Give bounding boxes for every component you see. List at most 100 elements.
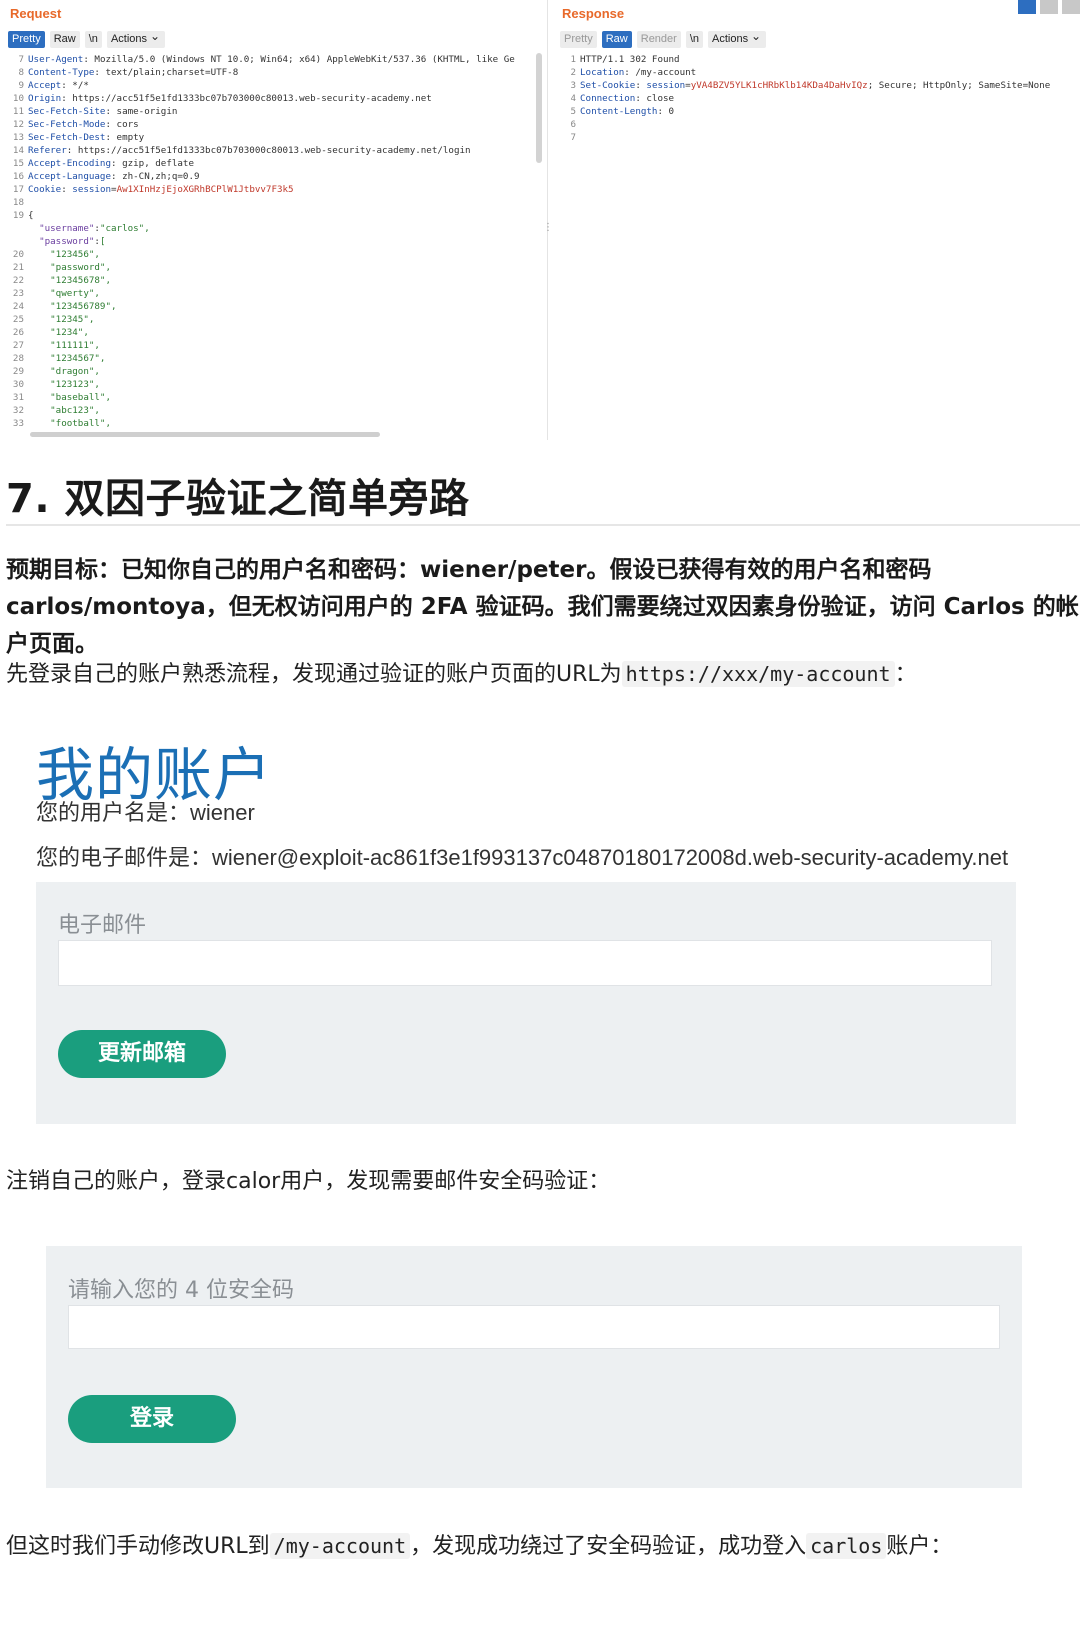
goal-paragraph: 预期目标：已知你自己的用户名和密码：wiener/peter。假设已获得有效的用… — [6, 557, 1079, 657]
inline-code-path: /my-account — [269, 1533, 411, 1559]
paragraph-text: 账户： — [886, 1534, 953, 1559]
line-number: 7 — [570, 132, 576, 143]
code-line: 22 "12345678", — [8, 274, 515, 287]
line-number: 5 — [570, 106, 576, 117]
code-line: 28 "1234567", — [8, 352, 515, 365]
paragraph-logout: 注销自己的账户，登录calor用户，发现需要邮件安全码验证： — [6, 1169, 611, 1194]
line-number: 10 — [12, 93, 24, 104]
heading-divider — [6, 524, 1080, 526]
line-number: 3 — [570, 80, 576, 91]
code-line: 29 "dragon", — [8, 365, 515, 378]
line-number: 13 — [12, 132, 24, 143]
section-heading: 7. 双因子验证之简单旁路 — [6, 476, 470, 522]
code-line: 19{ — [8, 209, 515, 222]
line-number: 21 — [12, 262, 24, 273]
tab-newline[interactable]: \n — [84, 31, 102, 48]
request-view-tabs: Pretty Raw \n Actions — [8, 28, 166, 48]
code-line: 24 "123456789", — [8, 300, 515, 313]
email-input[interactable] — [58, 940, 992, 986]
line-number: 18 — [12, 197, 24, 208]
response-title: Response — [562, 6, 625, 21]
code-line: 31 "baseball", — [8, 391, 515, 404]
tab-raw[interactable]: Raw — [49, 31, 80, 48]
line-number: 8 — [18, 67, 24, 78]
line-number: 30 — [12, 379, 24, 390]
paragraph-text: 先登录自己的账户熟悉流程，发现通过验证的账户页面的URL为 — [6, 662, 622, 687]
code-line: 13 Sec-Fetch-Dest: empty — [8, 131, 515, 144]
line-number: 12 — [12, 119, 24, 130]
email-field-label: 电子邮件 — [58, 913, 147, 938]
code-line: 11 Sec-Fetch-Site: same-origin — [8, 105, 515, 118]
request-editor[interactable]: 7 User-Agent: Mozilla/5.0 (Windows NT 10.… — [8, 53, 515, 430]
line-number: 1 — [570, 54, 576, 65]
line-number: 19 — [12, 210, 24, 221]
code-line: 10 Origin: https://acc51f5e1fd1333bc07b70… — [8, 92, 515, 105]
code-line: 6 — [560, 118, 1050, 131]
response-editor[interactable]: 1 HTTP/1.1 302 Found 2 Location: /my-accoun… — [560, 53, 1050, 144]
code-line: 26 "1234", — [8, 326, 515, 339]
actions-dropdown[interactable]: Actions — [708, 28, 767, 48]
line-number: 22 — [12, 275, 24, 286]
tab-newline[interactable]: \n — [685, 31, 704, 48]
actions-dropdown[interactable]: Actions — [106, 28, 166, 48]
burp-repeater-screenshot: Request Pretty Raw \n Actions 7User-Agen… — [0, 0, 1080, 440]
tab-raw[interactable]: Raw — [601, 31, 632, 48]
line-number: 31 — [12, 392, 24, 403]
line-number: 7 — [18, 54, 24, 65]
request-title: Request — [10, 6, 62, 21]
code-line: 7 — [560, 131, 1050, 144]
code-line: "username":"carlos", — [39, 223, 150, 234]
request-pane: Request Pretty Raw \n Actions 7User-Agen… — [0, 0, 553, 440]
line-number: 32 — [12, 405, 24, 416]
tab-render[interactable]: Render — [636, 31, 681, 48]
code-line: 1 HTTP/1.1 302 Found — [560, 53, 1050, 66]
paragraph-text: ，发现成功绕过了安全码验证，成功登入 — [410, 1534, 807, 1559]
line-number: 33 — [12, 418, 24, 429]
line-number: 15 — [12, 158, 24, 169]
code-line: 4 Connection: close — [560, 92, 1050, 105]
code-line: 3 Set-Cookie: session=yVA4BZV5YLK1cHRbKlb… — [560, 79, 1050, 92]
tab-pretty[interactable]: Pretty — [8, 31, 45, 48]
mfa-code-form: 请输入您的 4 位安全码 登录 — [46, 1246, 1022, 1488]
line-number: 6 — [570, 119, 576, 130]
code-line: 15 Accept-Encoding: gzip, deflate — [8, 157, 515, 170]
inline-code-user: carlos — [806, 1533, 887, 1559]
code-line: 16 Accept-Language: zh-CN,zh;q=0.9 — [8, 170, 515, 183]
mfa-code-input[interactable] — [68, 1305, 1000, 1349]
code-line: 20 "123456", — [8, 248, 515, 261]
response-pane: Response Pretty Raw Render \n Actions 1H… — [552, 0, 1080, 440]
code-line: 23 "qwerty", — [8, 287, 515, 300]
line-number: 16 — [12, 171, 24, 182]
code-line: 18 — [8, 196, 515, 209]
code-line: 32 "abc123", — [8, 404, 515, 417]
code-line: 30 "123123", — [8, 378, 515, 391]
line-number: 11 — [12, 106, 24, 117]
update-email-form: 电子邮件 更新邮箱 — [36, 882, 1016, 1124]
request-vertical-scrollbar[interactable] — [536, 53, 542, 163]
code-line: 9 Accept: */* — [8, 79, 515, 92]
code-line: 14 Referer: https://acc51f5e1fd1333bc07b7… — [8, 144, 515, 157]
code-line: 7 User-Agent: Mozilla/5.0 (Windows NT 10.… — [8, 53, 514, 66]
update-email-button[interactable]: 更新邮箱 — [58, 1030, 226, 1078]
line-number: 25 — [12, 314, 24, 325]
code-line: 12 Sec-Fetch-Mode: cors — [8, 118, 515, 131]
paragraph-bypass: 但这时我们手动修改URL到/my-account ，发现成功绕过了安全码验证，成功… — [6, 1528, 952, 1560]
code-line: 17 Cookie: session=Aw1XInHzjEjoXGRhBCPlW1… — [8, 183, 515, 196]
login-button[interactable]: 登录 — [68, 1395, 236, 1443]
line-number: 2 — [570, 67, 576, 78]
request-horizontal-scrollbar[interactable] — [30, 432, 380, 437]
code-line: 21 "password", — [8, 261, 515, 274]
line-number: 29 — [12, 366, 24, 377]
line-number: 24 — [12, 301, 24, 312]
line-number: 20 — [12, 249, 24, 260]
line-number: 9 — [18, 80, 24, 91]
response-view-tabs: Pretty Raw Render \n Actions — [560, 28, 767, 48]
inline-code-url: https://xxx/my-account — [621, 661, 895, 687]
paragraph-text: 但这时我们手动修改URL到 — [6, 1534, 270, 1559]
paragraph-text: ： — [894, 662, 917, 687]
code-line: "password":[ — [39, 236, 106, 247]
email-line: 您的电子邮件是：wiener@exploit-ac861f3e1f993137c… — [36, 845, 1009, 870]
line-number: 27 — [12, 340, 24, 351]
tab-pretty[interactable]: Pretty — [560, 31, 597, 48]
code-line: 8 Content-Type: text/plain;charset=UTF-8 — [8, 66, 515, 79]
